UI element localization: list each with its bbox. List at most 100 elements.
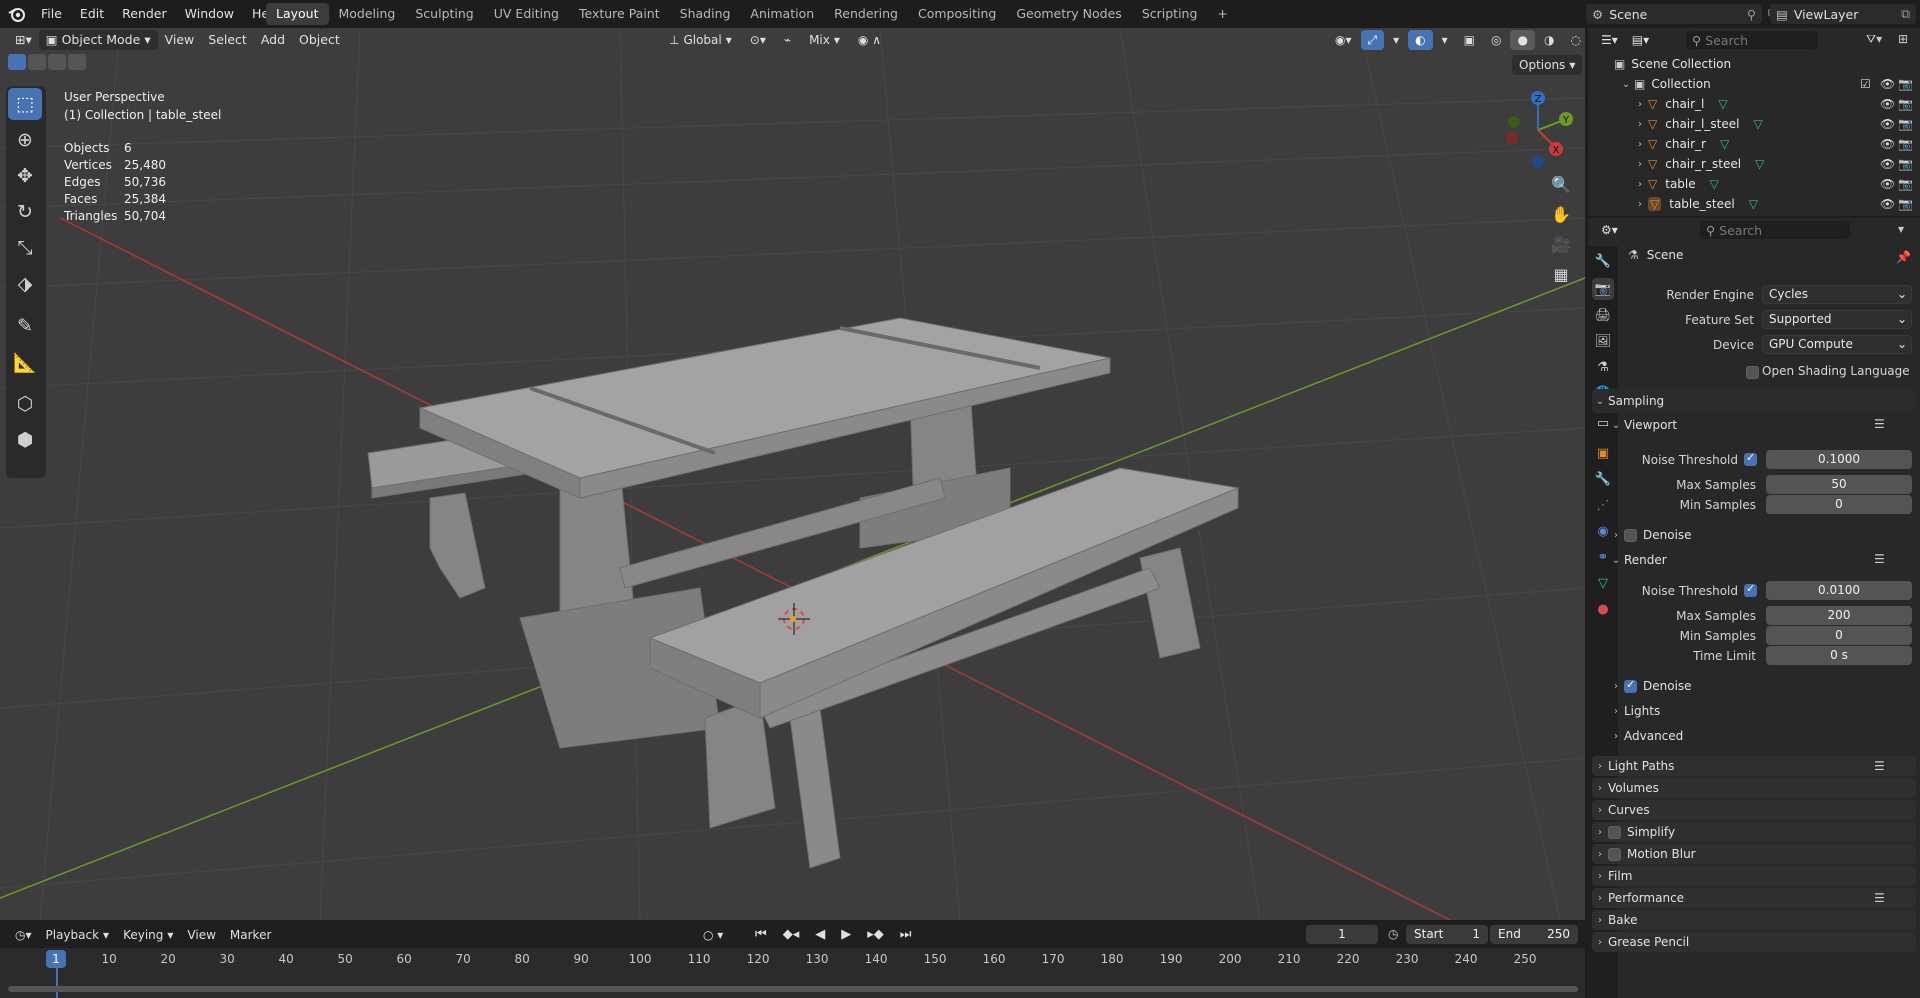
mode-selector[interactable]: ▣ Object Mode ▾ (38, 30, 158, 50)
outliner-editor-type-icon[interactable]: ☰▾ (1594, 30, 1625, 50)
overlays-toggle[interactable]: ◐ (1408, 30, 1433, 50)
render-subpanel-header[interactable]: ⌄ Render (1608, 549, 1667, 571)
expand-chevron-icon[interactable]: › (1632, 179, 1648, 190)
open-shading-language-checkbox[interactable] (1746, 366, 1759, 379)
viewport-max-samples-field[interactable]: 50 (1766, 475, 1912, 494)
feature-set-dropdown[interactable]: Supported ⌄ (1762, 310, 1912, 329)
particles-tab-icon[interactable]: ⋰ (1592, 494, 1614, 516)
tool-tab-icon[interactable]: 🔧 (1592, 250, 1614, 272)
panel-header-motion-blur[interactable]: › Motion Blur (1592, 844, 1916, 864)
camera-view-icon[interactable]: 🎥 (1546, 230, 1576, 258)
transform-tool[interactable]: ⬗ (8, 268, 42, 300)
filter-icon[interactable]: ⛛▾ (1866, 32, 1882, 47)
panel-header-performance[interactable]: › Performance ☰ (1592, 888, 1916, 908)
viewport-subpanel-header[interactable]: ⌄ Viewport (1608, 414, 1677, 436)
gizmo-toggle[interactable]: ⤢ (1360, 30, 1385, 50)
expand-chevron-icon[interactable]: › (1632, 99, 1648, 110)
panel-header-bake[interactable]: › Bake (1592, 910, 1916, 930)
camera-icon[interactable]: 📷 (1898, 77, 1913, 91)
tab-shading[interactable]: Shading (670, 3, 741, 25)
output-tab-icon[interactable]: 🖨 (1592, 304, 1614, 326)
render-denoise-checkbox[interactable] (1624, 678, 1637, 693)
new-view-layer-icon[interactable]: ⧉ (1901, 6, 1910, 22)
view-layer-tab-icon[interactable]: 🖼 (1592, 330, 1614, 352)
cursor-tool[interactable]: ⊕ (8, 124, 42, 156)
annotate-tool[interactable]: ✎ (8, 310, 42, 342)
start-frame-field[interactable]: Start 1 (1406, 925, 1488, 944)
scene-collection-row[interactable]: ▣ Scene Collection (1588, 54, 1920, 74)
tab-geometry-nodes[interactable]: Geometry Nodes (1006, 3, 1131, 25)
solid-shading-button[interactable]: ● (1510, 30, 1535, 50)
eye-icon[interactable]: 👁 (1880, 137, 1895, 151)
3d-viewport[interactable]: ⊞▾ ▣ Object Mode ▾ View Select Add Objec… (0, 28, 1585, 920)
pan-hand-icon[interactable]: ✋ (1546, 200, 1576, 228)
tab-modeling[interactable]: Modeling (329, 3, 406, 25)
display-mode-icon[interactable]: ▤▾ (1625, 30, 1656, 50)
camera-icon[interactable]: 📷 (1898, 97, 1913, 111)
current-frame-field[interactable]: 1 (1306, 925, 1378, 944)
panel-header-film[interactable]: › Film (1592, 866, 1916, 886)
menu-file[interactable]: File (32, 0, 71, 28)
jump-end-button[interactable]: ⏭ (893, 925, 919, 945)
blender-logo-icon[interactable] (8, 5, 26, 23)
properties-editor-type-icon[interactable]: ⚙▾ (1594, 220, 1625, 240)
pivot-point-button[interactable]: ⊙▾ (743, 30, 773, 50)
camera-icon[interactable]: 📷 (1898, 177, 1913, 191)
outliner-object-row[interactable]: › ▽ table ▽ 👁 📷 (1588, 174, 1920, 194)
move-tool[interactable]: ✥ (8, 160, 42, 192)
camera-icon[interactable]: 📷 (1898, 157, 1913, 171)
overlays-dropdown[interactable]: ▾ (1435, 30, 1455, 50)
eye-icon[interactable]: 👁 (1880, 77, 1895, 91)
outliner-search-input[interactable]: ⚲ Search (1686, 31, 1818, 49)
expand-chevron-icon[interactable]: › (1632, 159, 1648, 170)
viewport-denoise-subpanel[interactable]: › Denoise (1608, 524, 1692, 546)
eye-icon[interactable]: 👁 (1880, 197, 1895, 211)
select-invert-button[interactable] (68, 54, 86, 70)
preview-range-icon[interactable]: ◷ (1388, 927, 1398, 941)
timeline-editor[interactable]: ◷▾ Playback ▾ Keying ▾ View Marker ○ ▾ ⏮ ◆… (0, 922, 1585, 998)
outliner-object-row[interactable]: › ▽ table_steel ▽ 👁 📷 (1588, 194, 1920, 214)
chevron-down-icon[interactable]: ▾ (1898, 222, 1904, 236)
outliner-object-row[interactable]: › ▽ chair_r ▽ 👁 📷 (1588, 134, 1920, 154)
tab-layout[interactable]: Layout (266, 3, 329, 25)
expand-chevron-icon[interactable]: › (1632, 119, 1648, 130)
viewport-min-samples-field[interactable]: 0 (1766, 495, 1912, 514)
jump-start-button[interactable]: ⏮ (748, 925, 774, 945)
panel-header-simplify[interactable]: › Simplify (1592, 822, 1916, 842)
panel-enable-checkbox[interactable] (1608, 825, 1621, 839)
timeline-editor-type-icon[interactable]: ◷▾ (8, 925, 39, 945)
jump-keyframe-forward-button[interactable]: ▸◆ (860, 925, 891, 945)
modifier-tab-icon[interactable]: 🔧 (1592, 468, 1614, 490)
exclude-checkbox[interactable]: ☑ (1860, 77, 1871, 91)
pin-icon[interactable]: ⚲ (1747, 7, 1756, 22)
scene-selector[interactable]: ⚙ Scene ⚲ (1586, 4, 1762, 24)
render-min-samples-field[interactable]: 0 (1766, 626, 1912, 645)
eye-icon[interactable]: 👁 (1880, 177, 1895, 191)
auto-keying-toggle[interactable]: ○ ▾ (696, 925, 730, 945)
panel-header-grease-pencil[interactable]: › Grease Pencil (1592, 932, 1916, 952)
select-new-button[interactable] (8, 54, 26, 70)
navigation-gizmo[interactable]: Z Y X (1496, 86, 1580, 170)
time-limit-field[interactable]: 0 s (1766, 646, 1912, 665)
timeline-scrollbar[interactable] (8, 986, 1578, 992)
menu-select[interactable]: Select (201, 30, 254, 50)
render-max-samples-field[interactable]: 200 (1766, 606, 1912, 625)
presets-list-icon[interactable]: ☰ (1874, 417, 1885, 431)
outliner-object-row[interactable]: › ▽ chair_l_steel ▽ 👁 📷 (1588, 114, 1920, 134)
end-frame-field[interactable]: End 250 (1490, 925, 1578, 944)
add-cube-tool[interactable]: ⬡ (8, 388, 42, 420)
panel-header-volumes[interactable]: › Volumes (1592, 778, 1916, 798)
new-collection-icon[interactable]: ⊞ (1898, 32, 1908, 46)
snap-toggle[interactable]: ⌁ (777, 30, 798, 50)
options-dropdown[interactable]: Options ▾ (1512, 55, 1583, 75)
proportional-edit-button[interactable]: ◉ ∧ (851, 30, 888, 50)
visibility-toggle[interactable]: ◉▾ (1328, 30, 1359, 50)
presets-list-icon[interactable]: ☰ (1874, 891, 1885, 905)
presets-list-icon[interactable]: ☰ (1874, 552, 1885, 566)
menu-marker[interactable]: Marker (223, 925, 278, 945)
material-shading-button[interactable]: ◑ (1537, 30, 1561, 50)
camera-icon[interactable]: 📷 (1898, 117, 1913, 131)
panel-header-curves[interactable]: › Curves (1592, 800, 1916, 820)
render-engine-dropdown[interactable]: Cycles ⌄ (1762, 285, 1912, 304)
object-tab-icon[interactable]: ▣ (1592, 442, 1614, 464)
